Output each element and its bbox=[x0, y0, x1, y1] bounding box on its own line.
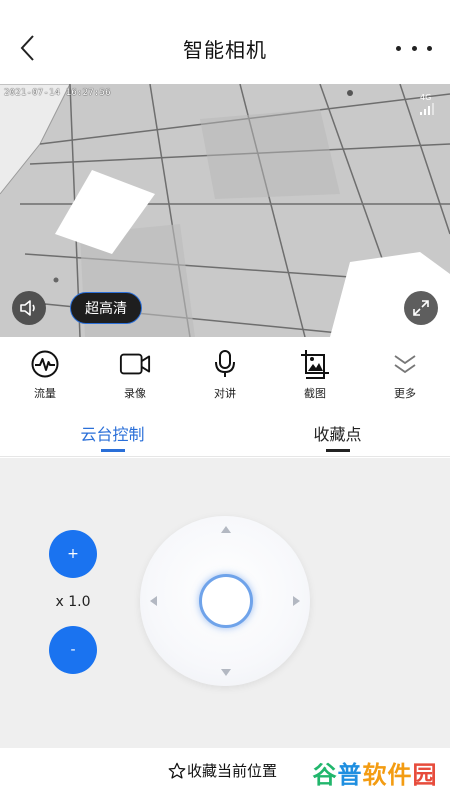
video-camera-icon bbox=[119, 353, 151, 375]
page-title: 智能相机 bbox=[183, 38, 267, 62]
zoom-out-button[interactable]: - bbox=[49, 626, 97, 674]
site-watermark-logo: 谷普软件园 bbox=[308, 750, 442, 794]
star-icon bbox=[168, 762, 186, 779]
network-status: 4G bbox=[420, 93, 434, 115]
more-tools-label: 更多 bbox=[394, 387, 416, 400]
record-button[interactable]: 录像 bbox=[90, 337, 180, 409]
tab-ptz-control-label: 云台控制 bbox=[80, 425, 145, 444]
screenshot-label: 截图 bbox=[304, 387, 326, 400]
camera-video-preview[interactable]: 2021-07-14 16:27:56 4G 超高清 bbox=[0, 84, 450, 337]
network-type-label: 4G bbox=[420, 93, 432, 102]
pan-left-arrow-icon[interactable] bbox=[150, 596, 157, 606]
record-label: 录像 bbox=[124, 387, 146, 400]
video-timestamp: 2021-07-14 16:27:56 bbox=[4, 88, 111, 98]
microphone-icon bbox=[215, 350, 235, 377]
screenshot-image-icon bbox=[301, 350, 329, 379]
ceiling-video-frame bbox=[0, 84, 450, 337]
intercom-label: 对讲 bbox=[214, 387, 236, 400]
app-header: 智能相机 bbox=[0, 0, 450, 84]
pan-right-arrow-icon[interactable] bbox=[293, 596, 300, 606]
signal-strength-icon bbox=[420, 103, 434, 115]
more-dot-icon bbox=[396, 45, 401, 51]
favorite-position-label: 收藏当前位置 bbox=[187, 762, 278, 780]
more-dot-icon bbox=[411, 45, 417, 51]
tab-ptz-control[interactable]: 云台控制 bbox=[0, 409, 225, 456]
more-options-button[interactable] bbox=[396, 36, 432, 60]
zoom-level-text: x 1.0 bbox=[55, 594, 91, 610]
speaker-icon bbox=[20, 300, 35, 316]
traffic-label: 流量 bbox=[34, 387, 56, 400]
video-toolbar: 流量 录像 对讲 截图 更多 bbox=[0, 337, 450, 409]
more-dot-icon bbox=[427, 45, 432, 51]
tab-indicator bbox=[325, 449, 350, 452]
fullscreen-button[interactable] bbox=[404, 291, 438, 325]
pan-up-arrow-icon[interactable] bbox=[221, 526, 231, 533]
ptz-control-panel: + x 1.0 - bbox=[0, 458, 450, 748]
control-tabs: 云台控制 收藏点 bbox=[0, 409, 450, 457]
intercom-button[interactable]: 对讲 bbox=[180, 337, 270, 409]
tab-indicator bbox=[100, 449, 125, 452]
favorite-position-button[interactable]: 收藏当前位置 bbox=[168, 760, 277, 781]
volume-button[interactable] bbox=[12, 291, 46, 325]
expand-icon bbox=[413, 300, 429, 316]
direction-joystick[interactable] bbox=[140, 516, 310, 686]
traffic-wave-icon bbox=[31, 350, 59, 378]
joystick-knob[interactable] bbox=[199, 574, 253, 628]
chevron-double-down-icon bbox=[394, 355, 416, 374]
more-tools-button[interactable]: 更多 bbox=[360, 337, 450, 409]
tab-favorite-points-label: 收藏点 bbox=[313, 425, 362, 444]
video-quality-button[interactable]: 超高清 bbox=[70, 292, 142, 324]
zoom-in-button[interactable]: + bbox=[49, 530, 97, 578]
screenshot-button[interactable]: 截图 bbox=[270, 337, 360, 409]
traffic-button[interactable]: 流量 bbox=[0, 337, 90, 409]
tab-favorite-points[interactable]: 收藏点 bbox=[225, 409, 450, 456]
pan-down-arrow-icon[interactable] bbox=[221, 669, 231, 676]
footer-bar: 收藏当前位置 谷普软件园 bbox=[0, 748, 450, 800]
